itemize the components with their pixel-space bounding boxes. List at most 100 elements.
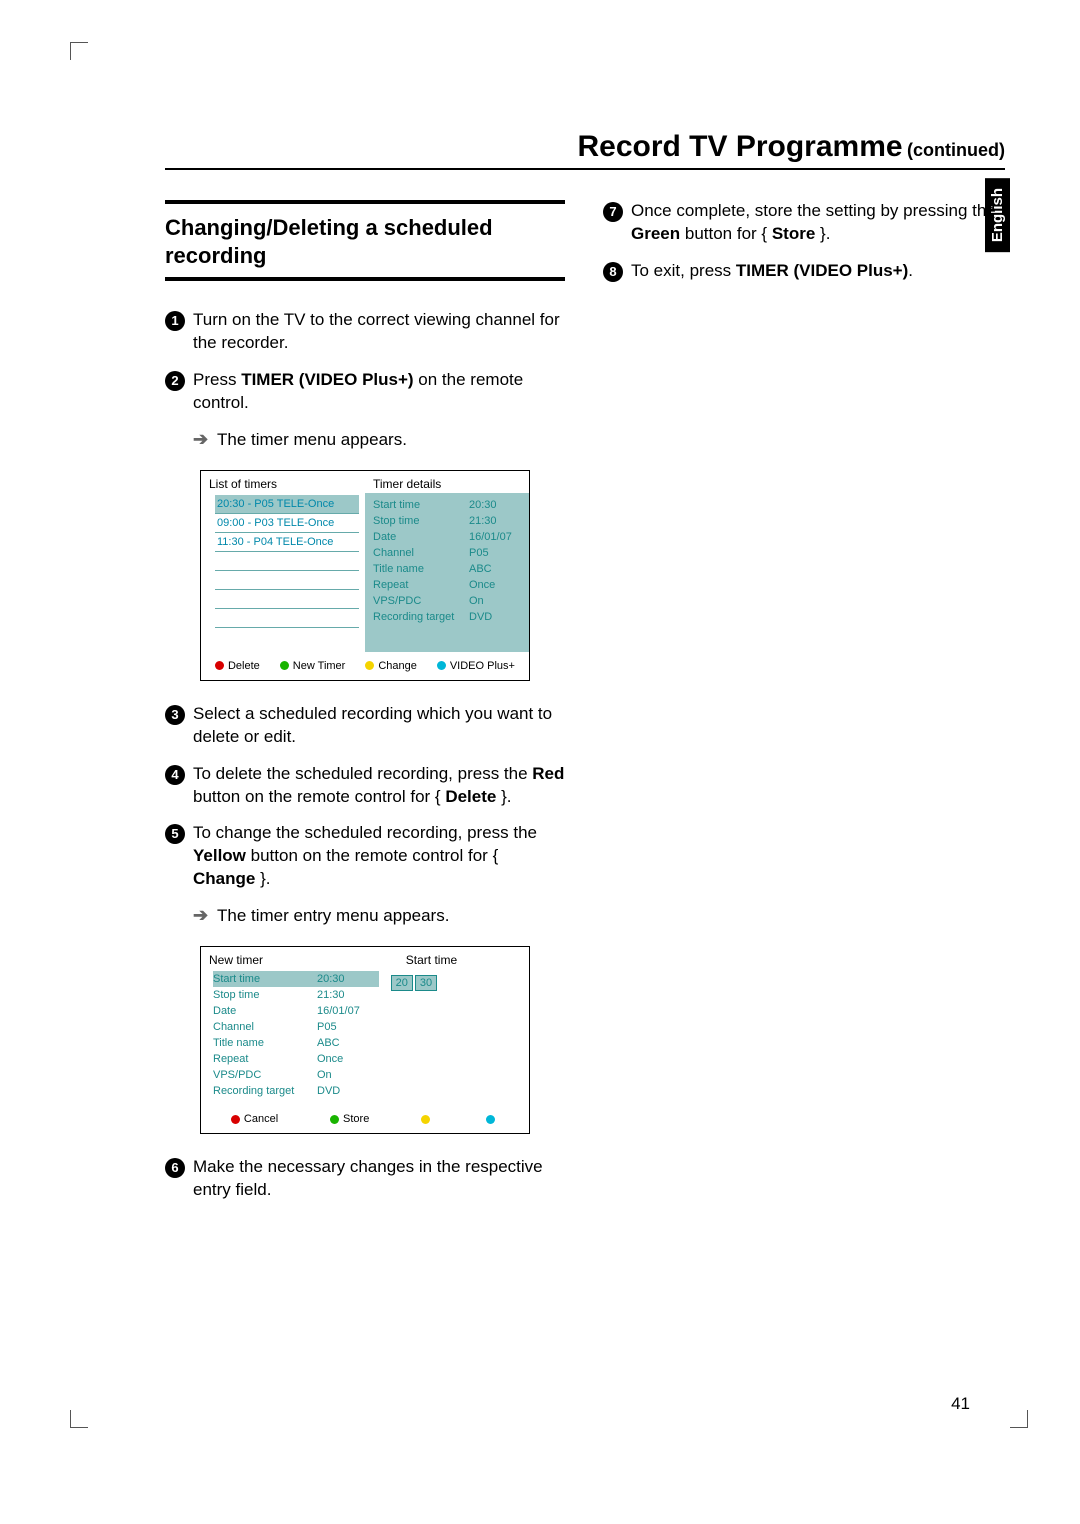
subheading-divider: Changing/Deleting a scheduled recording <box>165 200 565 281</box>
osd1-k: Date <box>373 531 463 543</box>
step-5: 5 To change the scheduled recording, pre… <box>165 822 565 891</box>
step-3: 3 Select a scheduled recording which you… <box>165 703 565 749</box>
osd2-k: Recording target <box>213 1085 313 1097</box>
osd1-actions: Delete New Timer Change VIDEO Plus+ <box>201 652 529 680</box>
step-2-text: Press TIMER (VIDEO Plus+) on the remote … <box>193 369 565 415</box>
osd2-v: 16/01/07 <box>317 1005 360 1017</box>
step-number-icon: 6 <box>165 1158 185 1178</box>
osd1-v: ABC <box>469 563 492 575</box>
page-header: Record TV Programme (continued) <box>165 130 1005 170</box>
step-1-text: Turn on the TV to the correct viewing ch… <box>193 309 565 355</box>
right-column: 7 Once complete, store the setting by pr… <box>603 200 1003 1216</box>
osd2-time-editor: 2030 <box>385 969 529 1105</box>
step-number-icon: 1 <box>165 311 185 331</box>
step-5-result: ➔ The timer entry menu appears. <box>193 905 565 928</box>
osd2-k: Repeat <box>213 1053 313 1065</box>
osd1-action: Change <box>378 660 417 672</box>
osd1-row: 11:30 - P04 TELE-Once <box>215 533 359 552</box>
step-8: 8 To exit, press TIMER (VIDEO Plus+). <box>603 260 1003 283</box>
osd1-k: Recording target <box>373 611 463 623</box>
step-5-result-text: The timer entry menu appears. <box>217 905 449 928</box>
step-2-result-text: The timer menu appears. <box>217 429 407 452</box>
left-column: Changing/Deleting a scheduled recording … <box>165 200 565 1216</box>
red-dot-icon <box>231 1115 240 1124</box>
step-number-icon: 2 <box>165 371 185 391</box>
osd1-action: New Timer <box>293 660 346 672</box>
step-number-icon: 8 <box>603 262 623 282</box>
osd1-h2: Timer details <box>365 471 529 493</box>
crop-mark-bl <box>70 1410 88 1428</box>
page-title: Record TV Programme <box>577 130 902 163</box>
section-heading: Changing/Deleting a scheduled recording <box>165 214 565 269</box>
osd2-k: Title name <box>213 1037 313 1049</box>
osd2-v: Once <box>317 1053 343 1065</box>
osd2-action: Cancel <box>244 1113 278 1125</box>
osd2-v: 20:30 <box>317 973 345 985</box>
osd2-k: Date <box>213 1005 313 1017</box>
osd1-v: 21:30 <box>469 515 497 527</box>
step-3-text: Select a scheduled recording which you w… <box>193 703 565 749</box>
step-number-icon: 4 <box>165 765 185 785</box>
osd1-k: Stop time <box>373 515 463 527</box>
new-timer-osd: New timer Start time Start time 20:30 Sto… <box>200 946 530 1134</box>
osd1-v: P05 <box>469 547 489 559</box>
osd2-action: Store <box>343 1113 369 1125</box>
osd1-h1: List of timers <box>201 471 365 493</box>
osd1-action: VIDEO Plus+ <box>450 660 515 672</box>
step-5-text: To change the scheduled recording, press… <box>193 822 565 891</box>
green-dot-icon <box>280 661 289 670</box>
osd1-v: 20:30 <box>469 499 497 511</box>
step-7: 7 Once complete, store the setting by pr… <box>603 200 1003 246</box>
osd2-v: DVD <box>317 1085 340 1097</box>
crop-mark-br <box>1010 1410 1028 1428</box>
yellow-dot-icon <box>365 661 374 670</box>
osd1-list: 20:30 - P05 TELE-Once 09:00 - P03 TELE-O… <box>201 493 365 652</box>
osd2-k: Start time <box>213 973 313 985</box>
osd2-v: P05 <box>317 1021 337 1033</box>
step-2-result: ➔ The timer menu appears. <box>193 429 565 452</box>
osd2-v: 21:30 <box>317 989 345 1001</box>
step-8-text: To exit, press TIMER (VIDEO Plus+). <box>631 260 913 283</box>
osd2-h2: Start time <box>398 947 529 969</box>
step-6-text: Make the necessary changes in the respec… <box>193 1156 565 1202</box>
page-number: 41 <box>951 1394 970 1414</box>
osd1-k: Channel <box>373 547 463 559</box>
osd2-time-m: 30 <box>415 975 437 991</box>
arrow-icon: ➔ <box>193 429 209 452</box>
step-1: 1 Turn on the TV to the correct viewing … <box>165 309 565 355</box>
osd2-k: Channel <box>213 1021 313 1033</box>
osd2-fields: Start time20:30 Stop time21:30 Date16/01… <box>201 969 385 1105</box>
step-number-icon: 7 <box>603 202 623 222</box>
timer-list-osd: List of timers Timer details 20:30 - P05… <box>200 470 530 681</box>
osd1-row: 20:30 - P05 TELE-Once <box>215 495 359 514</box>
red-dot-icon <box>215 661 224 670</box>
osd1-k: Repeat <box>373 579 463 591</box>
yellow-dot-icon <box>421 1115 430 1124</box>
step-6: 6 Make the necessary changes in the resp… <box>165 1156 565 1202</box>
osd1-k: Title name <box>373 563 463 575</box>
osd2-v: ABC <box>317 1037 340 1049</box>
osd1-k: Start time <box>373 499 463 511</box>
cyan-dot-icon <box>437 661 446 670</box>
cyan-dot-icon <box>486 1115 495 1124</box>
osd1-v: DVD <box>469 611 492 623</box>
osd2-h1: New timer <box>201 947 398 969</box>
step-4: 4 To delete the scheduled recording, pre… <box>165 763 565 809</box>
osd1-v: 16/01/07 <box>469 531 512 543</box>
step-7-text: Once complete, store the setting by pres… <box>631 200 1003 246</box>
osd2-time-h: 20 <box>391 975 413 991</box>
step-number-icon: 5 <box>165 824 185 844</box>
step-number-icon: 3 <box>165 705 185 725</box>
arrow-icon: ➔ <box>193 905 209 928</box>
green-dot-icon <box>330 1115 339 1124</box>
osd1-v: Once <box>469 579 495 591</box>
osd1-row: 09:00 - P03 TELE-Once <box>215 514 359 533</box>
osd1-k: VPS/PDC <box>373 595 463 607</box>
step-4-text: To delete the scheduled recording, press… <box>193 763 565 809</box>
osd1-action: Delete <box>228 660 260 672</box>
osd2-v: On <box>317 1069 332 1081</box>
osd2-k: VPS/PDC <box>213 1069 313 1081</box>
osd1-v: On <box>469 595 484 607</box>
osd1-details: Start time 20:30 Stop time 21:30 Date 16/01… <box>365 493 529 652</box>
step-2: 2 Press TIMER (VIDEO Plus+) on the remot… <box>165 369 565 415</box>
